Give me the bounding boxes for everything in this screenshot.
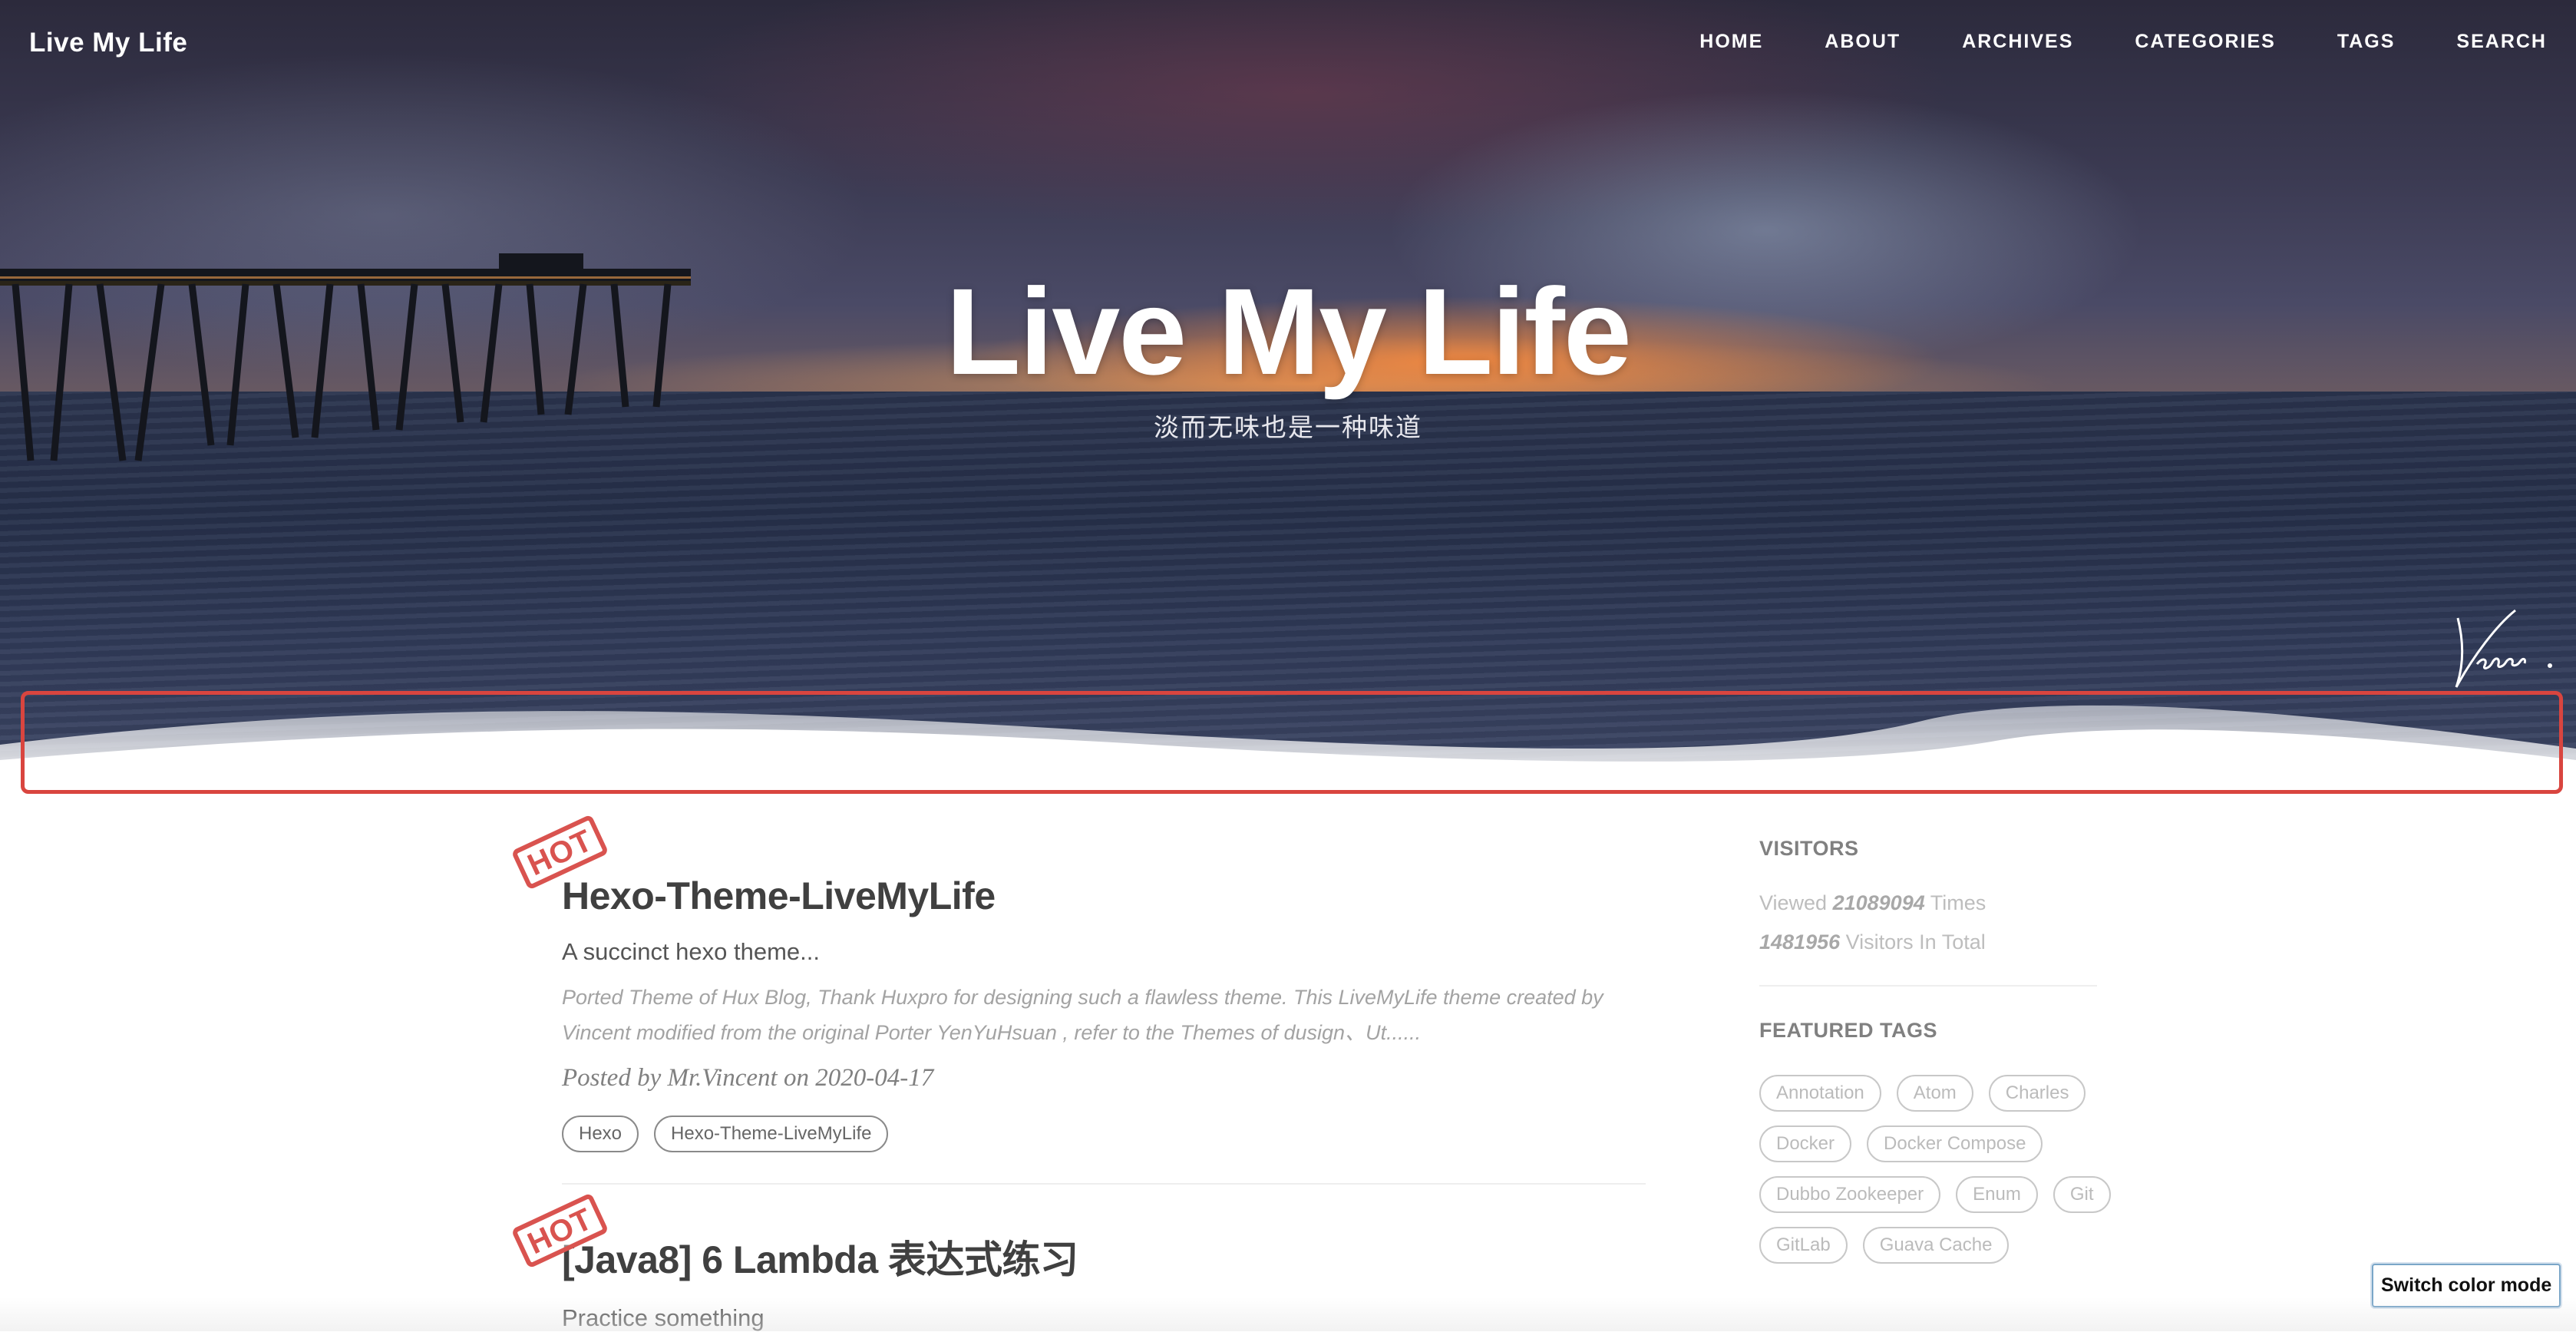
site-brand-link[interactable]: Live My Life <box>29 28 187 58</box>
nav-about[interactable]: ABOUT <box>1825 31 1901 53</box>
featured-tag[interactable]: Git <box>2053 1176 2111 1213</box>
nav-categories[interactable]: CATEGORIES <box>2135 31 2275 53</box>
featured-tag[interactable]: GitLab <box>1759 1227 1848 1264</box>
post-list: HOT Hexo-Theme-LiveMyLife A succinct hex… <box>510 814 1646 1332</box>
hero-banner: Live My Life HOME ABOUT ARCHIVES CATEGOR… <box>0 0 2576 798</box>
viewed-suffix: Times <box>1930 891 1986 914</box>
featured-tag[interactable]: Docker <box>1759 1125 1852 1162</box>
post-title[interactable]: Hexo-Theme-LiveMyLife <box>562 814 1646 918</box>
featured-tag[interactable]: Charles <box>1988 1075 2086 1112</box>
viewed-prefix: Viewed <box>1759 891 1828 914</box>
sidebar: VISITORS Viewed 21089094 Times 1481956 V… <box>1759 837 2111 1264</box>
post-subtitle: Practice something <box>562 1304 765 1331</box>
post-item[interactable]: HOT Hexo-Theme-LiveMyLife A succinct hex… <box>510 814 1646 1185</box>
tag-chip[interactable]: Hexo <box>562 1116 639 1152</box>
featured-tag[interactable]: Guava Cache <box>1862 1227 2010 1264</box>
featured-tag[interactable]: Dubbo Zookeeper <box>1759 1176 1941 1213</box>
nav-archives[interactable]: ARCHIVES <box>1962 31 2073 53</box>
hero-title: Live My Life <box>946 263 1632 400</box>
featured-tag[interactable]: Atom <box>1896 1075 1973 1112</box>
nav-search[interactable]: SEARCH <box>2456 31 2547 53</box>
post-item[interactable]: HOT [Java8] 6 Lambda 表达式练习 Practice some… <box>510 1185 1646 1332</box>
main-nav: HOME ABOUT ARCHIVES CATEGORIES TAGS SEAR… <box>1699 31 2547 53</box>
nav-home[interactable]: HOME <box>1699 31 1763 53</box>
post-excerpt: Ported Theme of Hux Blog, Thank Huxpro f… <box>562 986 1603 1044</box>
visitors-heading: VISITORS <box>1759 837 1859 860</box>
nav-tags[interactable]: TAGS <box>2337 31 2396 53</box>
post-subtitle: A succinct hexo theme... <box>562 938 821 965</box>
featured-tags-heading: FEATURED TAGS <box>1759 1019 1937 1042</box>
post-tags: Hexo Hexo-Theme-LiveMyLife <box>562 1116 1646 1152</box>
featured-tag[interactable]: Docker Compose <box>1867 1125 2043 1162</box>
post-title[interactable]: [Java8] 6 Lambda 表达式练习 <box>562 1185 1646 1284</box>
hero-subtitle: 淡而无味也是一种味道 <box>1154 413 1422 441</box>
visitors-count: 1481956 <box>1759 930 1841 954</box>
visitors-suffix: Visitors In Total <box>1845 930 1986 954</box>
viewed-count: 21089094 <box>1832 891 1925 914</box>
switch-color-mode-button[interactable]: Switch color mode <box>2372 1264 2561 1307</box>
highlight-annotation-box <box>21 691 2563 794</box>
sidebar-divider <box>1759 985 2097 987</box>
viewed-stat: Viewed 21089094 Times <box>1759 891 2097 915</box>
featured-tag-cloud: Annotation Atom Charles Docker Docker Co… <box>1759 1075 2112 1264</box>
featured-tag[interactable]: Enum <box>1956 1176 2038 1213</box>
tag-chip[interactable]: Hexo-Theme-LiveMyLife <box>654 1116 889 1152</box>
post-meta: Posted by Mr.Vincent on 2020-04-17 <box>562 1064 934 1092</box>
featured-tag[interactable]: Annotation <box>1759 1075 1881 1112</box>
visitors-stat: 1481956 Visitors In Total <box>1759 930 2097 954</box>
